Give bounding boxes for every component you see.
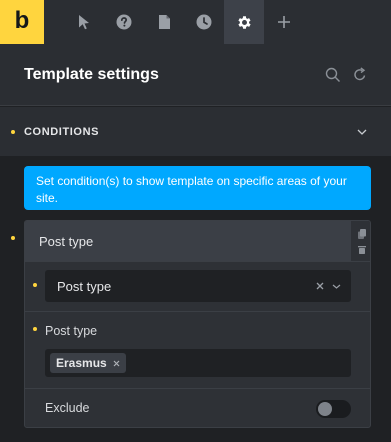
page-title: Template settings	[24, 65, 159, 83]
trash-icon[interactable]	[357, 245, 366, 254]
post-type-label: Post type	[45, 324, 98, 338]
section-title: CONDITIONS	[24, 125, 100, 138]
exclude-label: Exclude	[45, 401, 90, 415]
plus-icon	[278, 16, 290, 28]
modified-indicator	[33, 327, 37, 331]
tab-settings[interactable]	[224, 0, 264, 44]
tag-erasmus: Erasmus	[50, 353, 126, 373]
modified-indicator	[33, 283, 37, 287]
remove-tag-icon[interactable]	[113, 360, 120, 367]
tag-label: Erasmus	[56, 356, 107, 370]
modified-indicator	[11, 236, 15, 240]
post-type-row: Post type Erasmus	[25, 311, 370, 388]
cursor-icon	[79, 15, 89, 30]
reset-icon[interactable]	[353, 67, 367, 82]
condition-actions	[351, 221, 370, 261]
tab-add[interactable]	[264, 0, 304, 44]
logo-letter: b	[14, 6, 30, 34]
clear-icon[interactable]	[316, 282, 324, 290]
top-toolbar: b	[0, 0, 391, 44]
copy-icon[interactable]	[357, 228, 366, 239]
info-banner: Set condition(s) to show template on spe…	[24, 166, 371, 210]
select-value: Post type	[57, 278, 112, 294]
toggle-knob	[318, 402, 332, 416]
chevron-down-icon	[332, 284, 341, 289]
exclude-toggle[interactable]	[316, 400, 351, 418]
search-icon[interactable]	[325, 67, 341, 83]
tab-elements[interactable]	[64, 0, 104, 44]
clock-icon	[196, 14, 212, 30]
tab-pages[interactable]	[144, 0, 184, 44]
modified-indicator	[11, 130, 15, 134]
tab-history[interactable]	[184, 0, 224, 44]
panel-header: Template settings	[0, 44, 391, 106]
chevron-down-icon	[357, 129, 367, 135]
condition-select-row: Post type	[25, 261, 370, 311]
page-icon	[158, 15, 170, 29]
condition-type-select[interactable]: Post type	[45, 270, 351, 302]
exclude-row: Exclude	[25, 388, 370, 427]
post-type-tag-input[interactable]: Erasmus	[45, 349, 351, 377]
builder-logo[interactable]: b	[0, 0, 44, 44]
tab-help[interactable]	[104, 0, 144, 44]
gear-icon	[237, 15, 251, 29]
condition-group-title[interactable]: Post type	[25, 221, 351, 261]
help-icon	[116, 14, 132, 30]
conditions-section-header[interactable]: CONDITIONS	[0, 107, 391, 157]
condition-group: Post type Post type Post type Erasmus Ex…	[24, 220, 371, 428]
